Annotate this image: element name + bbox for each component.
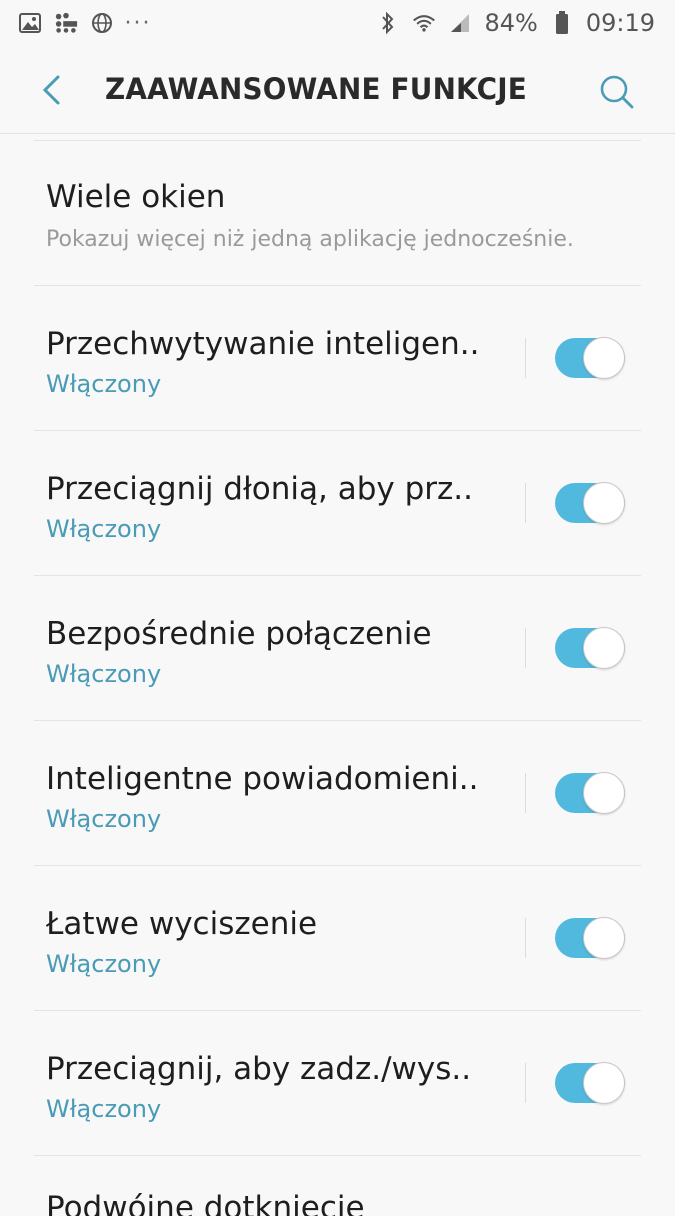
list-item[interactable]: Przechwytywanie inteligen.. Włączony — [0, 286, 675, 430]
item-title: Przeciągnij dłonią, aby prz.. — [46, 471, 473, 507]
back-button[interactable] — [30, 68, 74, 112]
list-item[interactable]: Inteligentne powiadomieni.. Włączony — [0, 721, 675, 865]
toggle-knob — [583, 917, 625, 959]
vertical-separator — [525, 338, 526, 378]
battery-icon — [550, 11, 574, 35]
toggle-knob — [583, 627, 625, 669]
vertical-separator — [525, 628, 526, 668]
globe-icon — [90, 11, 114, 35]
settings-list: Wiele okien Pokazuj więcej niż jedną apl… — [0, 140, 675, 1216]
vertical-separator — [525, 1063, 526, 1103]
list-item[interactable]: Łatwe wyciszenie Włączony — [0, 866, 675, 1010]
battery-percent: 84% — [484, 9, 538, 37]
list-item-multi-window[interactable]: Wiele okien Pokazuj więcej niż jedną apl… — [0, 141, 675, 285]
toggle-knob — [583, 1062, 625, 1104]
vertical-separator — [525, 773, 526, 813]
toggle-knob — [583, 772, 625, 814]
wifi-icon — [412, 11, 436, 35]
app-bar: ZAAWANSOWANE FUNKCJE — [0, 46, 675, 136]
vertical-separator — [525, 918, 526, 958]
page-title: ZAAWANSOWANE FUNKCJE — [105, 72, 527, 106]
item-status: Włączony — [46, 950, 162, 978]
item-title: Przeciągnij, aby zadz./wys.. — [46, 1051, 472, 1087]
search-button[interactable] — [595, 70, 639, 114]
search-icon — [600, 75, 634, 109]
item-title: Łatwe wyciszenie — [46, 906, 318, 942]
item-title: Podwójne dotknięcie — [46, 1190, 365, 1216]
clock: 09:19 — [585, 9, 655, 37]
toggle-switch[interactable] — [555, 627, 625, 669]
list-item[interactable]: Przeciągnij, aby zadz./wys.. Włączony — [0, 1011, 675, 1155]
bluetooth-icon — [376, 11, 400, 35]
toggle-switch[interactable] — [555, 482, 625, 524]
item-subtitle: Pokazuj więcej niż jedną aplikację jedno… — [46, 227, 574, 252]
toggle-knob — [583, 337, 625, 379]
back-arrow-icon — [42, 75, 60, 105]
item-title: Przechwytywanie inteligen.. — [46, 326, 480, 362]
vertical-separator — [525, 483, 526, 523]
more-dots-icon: ··· — [124, 10, 152, 36]
item-status: Włączony — [46, 515, 162, 543]
signal-icon — [448, 11, 472, 35]
item-status: Włączony — [46, 660, 162, 688]
toggle-knob — [583, 482, 625, 524]
list-item[interactable]: Bezpośrednie połączenie Włączony — [0, 576, 675, 720]
item-title: Inteligentne powiadomieni.. — [46, 761, 479, 797]
toggle-switch[interactable] — [555, 1062, 625, 1104]
status-bar-left: ··· — [18, 10, 152, 36]
toggle-switch[interactable] — [555, 772, 625, 814]
list-item-partial[interactable]: Podwójne dotknięcie — [0, 1156, 675, 1216]
gallery-icon — [18, 11, 42, 35]
toggle-switch[interactable] — [555, 337, 625, 379]
item-title: Wiele okien — [46, 179, 226, 215]
status-bar: ··· 84% 09:19 — [0, 0, 675, 46]
live-icon — [54, 11, 78, 35]
item-status: Włączony — [46, 370, 162, 398]
item-status: Włączony — [46, 805, 162, 833]
toggle-switch[interactable] — [555, 917, 625, 959]
list-item[interactable]: Przeciągnij dłonią, aby prz.. Włączony — [0, 431, 675, 575]
header-divider — [0, 133, 675, 134]
item-status: Włączony — [46, 1095, 162, 1123]
status-bar-right: 84% 09:19 — [376, 9, 655, 37]
item-title: Bezpośrednie połączenie — [46, 616, 432, 652]
